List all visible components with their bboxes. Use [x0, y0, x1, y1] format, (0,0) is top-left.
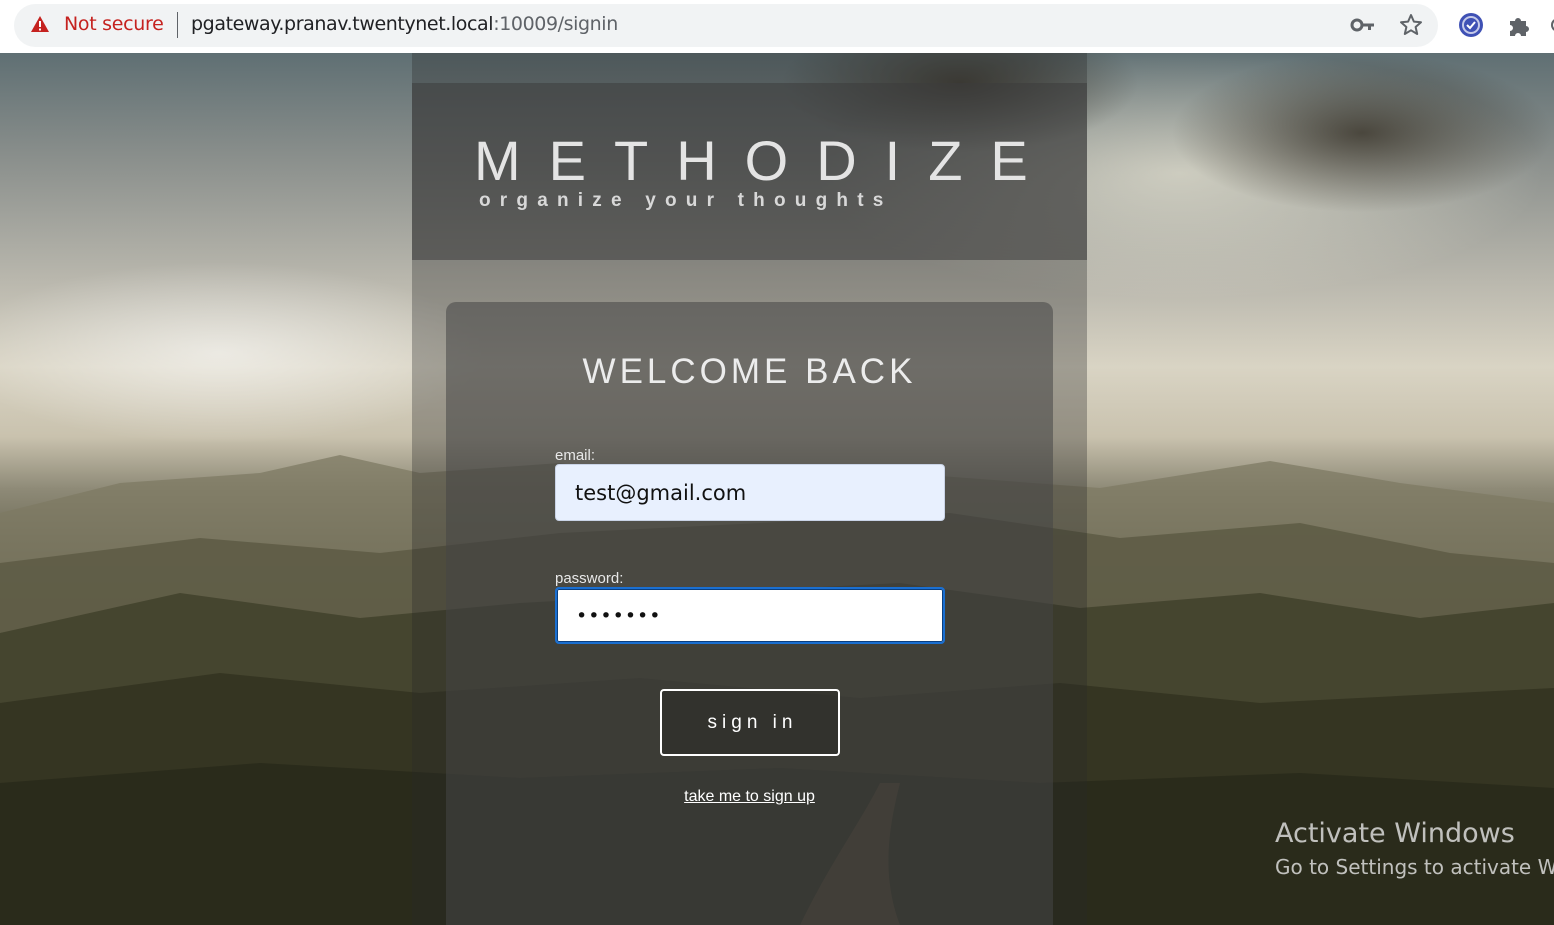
sign-in-button[interactable]: sign in [660, 689, 840, 756]
address-divider [177, 12, 178, 38]
url-host: pgateway.pranav.twentynet.local [191, 13, 494, 35]
security-status[interactable]: Not secure [64, 13, 164, 35]
profile-avatar-edge-icon[interactable] [1546, 12, 1554, 38]
star-icon[interactable] [1399, 13, 1423, 37]
signin-heading: WELCOME BACK [582, 352, 917, 391]
puzzle-icon[interactable] [1506, 12, 1532, 38]
sign-up-link[interactable]: take me to sign up [446, 788, 1053, 806]
key-icon[interactable] [1350, 14, 1376, 36]
watermark-title: Activate Windows [1275, 818, 1515, 849]
activate-windows-watermark: Activate Windows Go to Settings to activ… [1275, 818, 1554, 879]
url-text[interactable]: pgateway.pranav.twentynet.local:10009/si… [191, 13, 618, 35]
url-path: :10009/signin [493, 13, 618, 35]
password-input-value: ••••••• [576, 604, 662, 627]
warning-icon[interactable] [30, 15, 50, 33]
email-input-value: test@gmail.com [575, 480, 747, 505]
email-input[interactable]: test@gmail.com [555, 464, 945, 521]
brand-tagline: organize your thoughts [479, 190, 893, 211]
password-input[interactable]: ••••••• [555, 587, 945, 644]
browser-toolbar: Not secure pgateway.pranav.twentynet.loc… [0, 0, 1554, 53]
brand-logo-text: METHODIZE [474, 129, 1056, 192]
extension-badge-icon[interactable] [1458, 12, 1484, 38]
email-label: email: [555, 447, 596, 464]
password-label: password: [555, 570, 624, 587]
watermark-subtitle: Go to Settings to activate Wi [1275, 855, 1554, 879]
